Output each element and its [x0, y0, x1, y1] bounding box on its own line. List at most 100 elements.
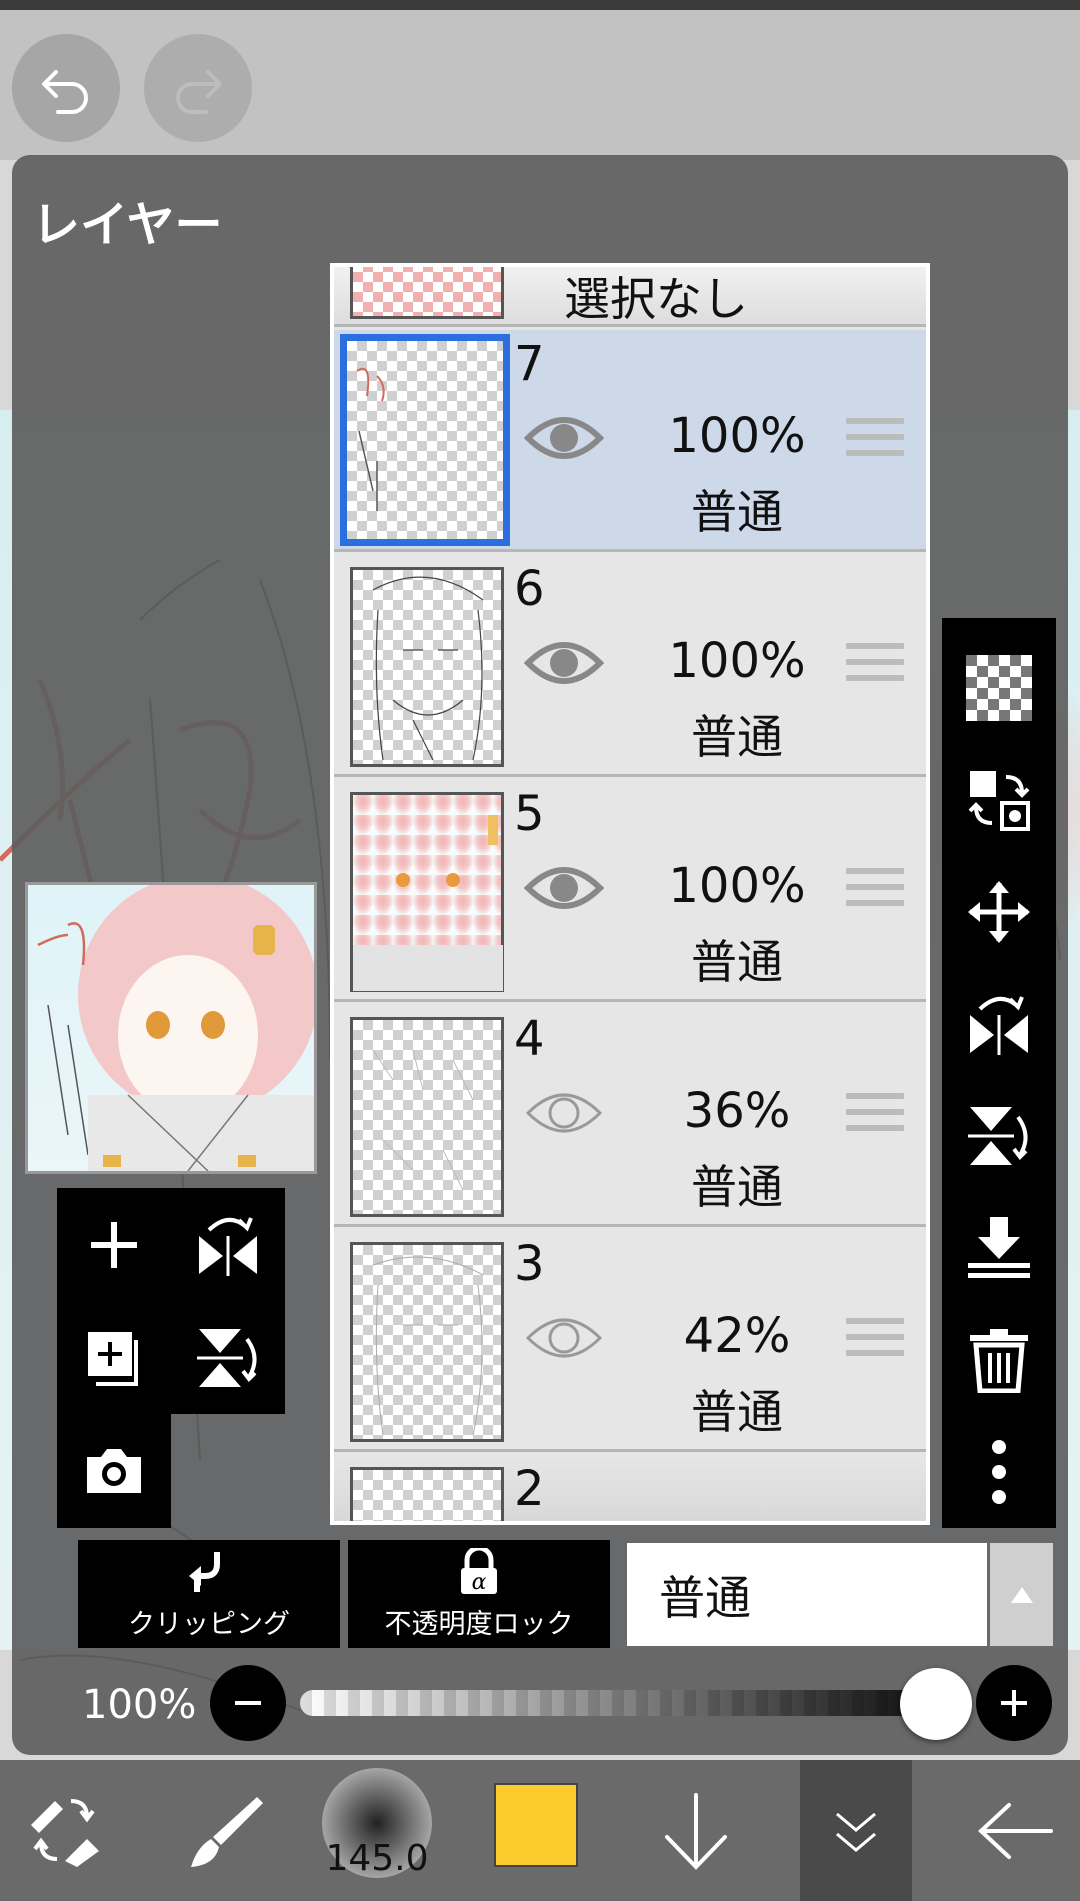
layer-thumbnail: [340, 334, 510, 546]
plus-icon: [1001, 1690, 1027, 1716]
eye-off-icon: [525, 1318, 603, 1358]
merge-down-button[interactable]: [942, 1192, 1056, 1304]
canvas-preview: [25, 882, 317, 1174]
add-layer-copy-button[interactable]: [57, 1301, 171, 1414]
layer-thumbnail: [350, 567, 504, 767]
eye-off-icon: [525, 1093, 603, 1133]
layer-swap-icon: [968, 771, 1030, 831]
panel-title: レイヤー: [32, 197, 223, 253]
layer-opacity: 36%: [683, 1083, 791, 1139]
layer-opacity: 100%: [668, 858, 806, 914]
camera-button[interactable]: [57, 1414, 171, 1527]
layer-row-3[interactable]: 3 42% 普通: [334, 1230, 926, 1452]
clipping-icon: [189, 1551, 220, 1592]
move-button[interactable]: [942, 856, 1056, 968]
delete-layer-button[interactable]: [942, 1304, 1056, 1416]
more-options-button[interactable]: [942, 1416, 1056, 1528]
transparent-fill-button[interactable]: [942, 632, 1056, 744]
lock-icon: α: [461, 1547, 497, 1595]
layer-row-none[interactable]: 選択なし: [334, 267, 926, 327]
layer-blend-mode: 普通: [691, 1385, 783, 1439]
drag-handle[interactable]: [846, 643, 904, 691]
layer-row-7[interactable]: 7 100% 普通: [334, 330, 926, 552]
flip-horizontal-button[interactable]: [171, 1188, 285, 1301]
visibility-toggle[interactable]: [524, 1308, 604, 1368]
blend-mode-dropdown-button[interactable]: [990, 1543, 1053, 1646]
drag-handle[interactable]: [846, 868, 904, 916]
eye-icon: [524, 642, 604, 684]
visibility-toggle[interactable]: [524, 633, 604, 693]
layer-number: 2: [514, 1461, 545, 1517]
drag-handle[interactable]: [846, 1318, 904, 1366]
opacity-slider[interactable]: [300, 1690, 968, 1716]
scroll-down-button[interactable]: [640, 1760, 752, 1901]
visibility-toggle[interactable]: [524, 1083, 604, 1143]
alpha-lock-label: 不透明度ロック: [384, 1608, 574, 1640]
layer-opacity: 42%: [683, 1308, 791, 1364]
opacity-increase-button[interactable]: [976, 1665, 1052, 1741]
minus-icon: [235, 1701, 261, 1705]
brush-size-value: 145.0: [325, 1838, 429, 1879]
transparent-fill-icon: [966, 655, 1032, 721]
add-layer-copy-icon: [88, 1331, 138, 1386]
layer-number: 6: [514, 561, 545, 617]
eye-icon: [524, 867, 604, 909]
flip-vertical-button[interactable]: [942, 1080, 1056, 1192]
redo-button[interactable]: [144, 34, 252, 142]
layer-tools-toolbar: [942, 618, 1056, 1528]
flip-horizontal-button[interactable]: [942, 968, 1056, 1080]
status-strip: [0, 0, 1080, 10]
drag-handle[interactable]: [846, 418, 904, 466]
visibility-toggle[interactable]: [524, 408, 604, 468]
opacity-decrease-button[interactable]: [210, 1665, 286, 1741]
tool-switch-button[interactable]: [10, 1760, 120, 1901]
layer-thumbnail: [350, 1017, 504, 1217]
add-layer-button[interactable]: [57, 1188, 171, 1301]
camera-icon: [87, 1448, 141, 1493]
alpha-lock-button[interactable]: α 不透明度ロック: [348, 1540, 610, 1648]
brush-icon: [191, 1796, 263, 1867]
color-button[interactable]: [494, 1783, 578, 1867]
layer-none-label: 選択なし: [564, 272, 748, 326]
undo-button[interactable]: [12, 34, 120, 142]
layer-row-5[interactable]: 5 100% 普通: [334, 780, 926, 1002]
redo-icon: [176, 70, 222, 114]
arrow-down-icon: [665, 1792, 727, 1870]
layer-number: 4: [514, 1011, 545, 1067]
arrow-left-icon: [978, 1802, 1053, 1859]
undo-icon: [42, 70, 88, 114]
flip-vertical-icon: [968, 1107, 1028, 1165]
layer-swap-button[interactable]: [942, 744, 1056, 856]
drag-handle[interactable]: [846, 1093, 904, 1141]
clipping-label: クリッピング: [128, 1608, 290, 1640]
blend-mode-select[interactable]: 普通: [627, 1543, 987, 1646]
blend-mode-value: 普通: [659, 1570, 751, 1625]
flip-horizontal-icon: [199, 1216, 257, 1276]
layer-thumbnail: [350, 1242, 504, 1442]
layer-blend-mode: 普通: [691, 935, 783, 989]
layer-thumbnail: [350, 792, 504, 992]
opacity-value: 100%: [82, 1682, 197, 1728]
layer-opacity: 100%: [668, 633, 806, 689]
layer-blend-mode: 普通: [691, 1160, 783, 1214]
brush-tool-button[interactable]: [170, 1760, 280, 1901]
top-bar: [0, 10, 1080, 160]
triangle-up-icon: [1010, 1586, 1033, 1603]
layer-thumbnail: [350, 1467, 504, 1521]
layer-list[interactable]: 選択なし 7 100% 普通 6 100% 普通 5 100% 普通 4 36%…: [330, 263, 930, 1525]
flip-horizontal-icon: [970, 996, 1028, 1055]
svg-text:α: α: [472, 1570, 487, 1595]
add-layer-icon: [91, 1221, 137, 1268]
back-button[interactable]: [960, 1760, 1070, 1901]
opacity-slider-handle[interactable]: [900, 1668, 972, 1740]
layer-number: 3: [514, 1236, 545, 1292]
layer-number: 7: [514, 336, 545, 392]
clipping-button[interactable]: クリッピング: [78, 1540, 340, 1648]
layer-row-6[interactable]: 6 100% 普通: [334, 555, 926, 777]
flip-vertical-button[interactable]: [171, 1301, 285, 1414]
layer-thumbnail: [350, 267, 504, 319]
layer-row-2[interactable]: 2: [334, 1455, 926, 1521]
layer-menu-button[interactable]: [800, 1760, 912, 1901]
layer-row-4[interactable]: 4 36% 普通: [334, 1005, 926, 1227]
visibility-toggle[interactable]: [524, 858, 604, 918]
